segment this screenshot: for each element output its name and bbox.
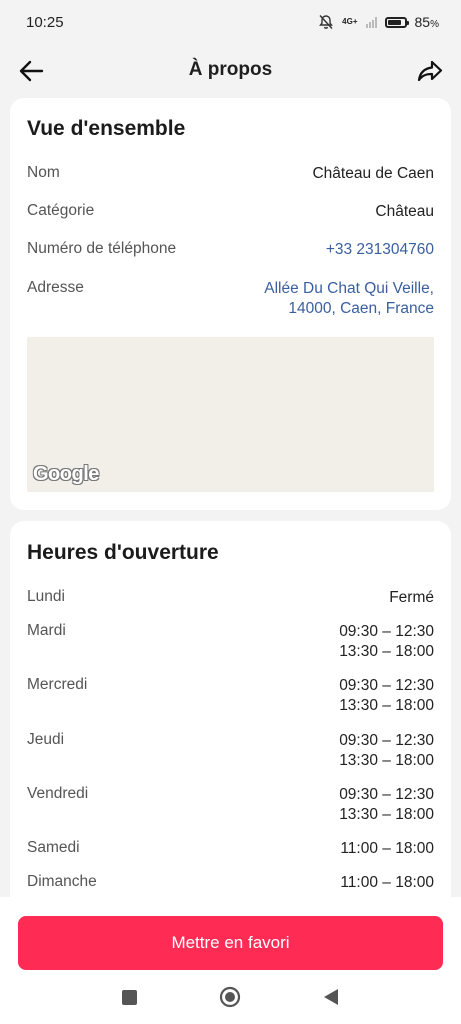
overview-card: Vue d'ensemble Nom Château de Caen Catég… (10, 98, 451, 510)
back-triangle-icon[interactable] (322, 987, 340, 1007)
home-icon[interactable] (219, 986, 241, 1008)
top-app-bar: À propos (0, 44, 461, 96)
hours-line: 13:30 – 18:00 (339, 752, 434, 769)
hours-line: 09:30 – 12:30 (339, 677, 434, 694)
info-label: Adresse (27, 279, 84, 296)
hours-line: 09:30 – 12:30 (339, 623, 434, 640)
hours-title: Heures d'ouverture (27, 541, 219, 564)
system-nav-bar (0, 983, 461, 1013)
signal-icon (365, 16, 377, 28)
hours-value: Fermé (389, 588, 434, 608)
hours-line: 09:30 – 12:30 (339, 732, 434, 749)
google-logo: Google (33, 463, 99, 485)
day-label: Mardi (27, 622, 66, 639)
info-value: Château (375, 203, 434, 220)
status-bar: 10:25 4G+ 85% (0, 0, 461, 44)
battery-percent: 85% (414, 14, 439, 30)
network-type: 4G+ (342, 17, 358, 26)
day-label: Mercredi (27, 676, 88, 693)
status-time: 10:25 (26, 13, 64, 31)
opening-hours-card: Heures d'ouverture Lundi Fermé Mardi 09:… (10, 521, 451, 921)
hours-value: 09:30 – 12:30 13:30 – 18:00 (339, 731, 434, 771)
favorite-button[interactable]: Mettre en favori (18, 916, 443, 970)
map-view[interactable]: Google (27, 337, 434, 492)
hours-value: 11:00 – 18:00 (340, 839, 434, 859)
info-label: Nom (27, 164, 60, 181)
info-value: Château de Caen (312, 165, 434, 182)
hours-value: 09:30 – 12:30 13:30 – 18:00 (339, 676, 434, 716)
hours-value: 11:00 – 18:00 (340, 873, 434, 893)
hours-value: 09:30 – 12:30 13:30 – 18:00 (339, 785, 434, 825)
phone-link[interactable]: +33 231304760 (326, 240, 434, 260)
status-icons: 4G+ 85% (318, 14, 439, 30)
page-title: À propos (188, 59, 273, 80)
day-label: Vendredi (27, 785, 89, 802)
info-label: Catégorie (27, 202, 95, 219)
hours-line: 09:30 – 12:30 (339, 786, 434, 803)
day-label: Dimanche (27, 873, 97, 890)
hours-line: 13:30 – 18:00 (339, 643, 434, 660)
hours-line: Fermé (389, 589, 434, 606)
hours-value: 09:30 – 12:30 13:30 – 18:00 (339, 622, 434, 662)
bell-off-icon (319, 15, 334, 29)
address-line: Allée Du Chat Qui Veille, (264, 280, 434, 297)
hours-line: 11:00 – 18:00 (340, 874, 434, 891)
bottom-action-area: Mettre en favori (0, 897, 461, 1024)
address-line: 14000, Caen, France (288, 300, 434, 317)
day-label: Samedi (27, 839, 80, 856)
battery-icon (384, 16, 409, 28)
overview-title: Vue d'ensemble (27, 117, 186, 140)
recent-apps-icon[interactable] (122, 990, 137, 1005)
address-link[interactable]: Allée Du Chat Qui Veille, 14000, Caen, F… (264, 279, 434, 319)
hours-line: 13:30 – 18:00 (339, 806, 434, 823)
hours-line: 11:00 – 18:00 (340, 840, 434, 857)
info-label: Numéro de téléphone (27, 240, 177, 257)
day-label: Jeudi (27, 731, 65, 748)
arrow-left-icon[interactable] (16, 56, 46, 86)
share-arrow-icon[interactable] (415, 56, 445, 86)
day-label: Lundi (27, 588, 65, 605)
hours-line: 13:30 – 18:00 (339, 697, 434, 714)
